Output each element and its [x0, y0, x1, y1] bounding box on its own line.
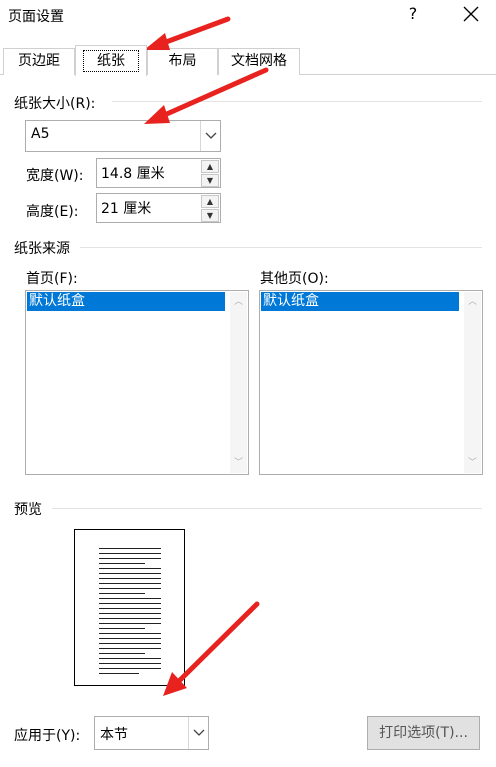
- tab-layout[interactable]: 布局: [147, 48, 218, 75]
- preview-line: [99, 638, 161, 639]
- paper-size-separator: [112, 101, 482, 102]
- first-page-listbox[interactable]: 默认纸盒 ︿ ﹀: [25, 290, 249, 475]
- preview-section-label: 预览: [14, 502, 42, 518]
- close-icon: [463, 6, 479, 22]
- width-up-icon[interactable]: ▲: [201, 160, 219, 173]
- arrow-to-paper-size-icon: [144, 67, 269, 124]
- first-page-label: 首页(F):: [26, 271, 78, 287]
- height-down-icon[interactable]: ▼: [201, 209, 219, 222]
- scroll-down-icon[interactable]: ﹀: [230, 455, 247, 471]
- other-pages-label: 其他页(O):: [260, 271, 329, 287]
- dialog-title: 页面设置: [8, 9, 64, 25]
- other-pages-selected-item[interactable]: 默认纸盒: [261, 292, 459, 311]
- height-spinner[interactable]: 21 厘米 ▲ ▼: [96, 193, 221, 223]
- apply-to-label: 应用于(Y):: [14, 728, 81, 744]
- apply-to-select[interactable]: 本节: [94, 716, 209, 750]
- preview-line: [99, 628, 145, 629]
- paper-size-section-label: 纸张大小(R):: [14, 96, 96, 112]
- preview-line: [99, 553, 161, 554]
- chevron-down-icon: [188, 717, 208, 749]
- apply-to-value: 本节: [100, 727, 128, 743]
- height-label: 高度(E):: [26, 204, 79, 220]
- preview-line: [99, 573, 161, 574]
- preview-line: [99, 633, 161, 634]
- paper-source-separator: [80, 247, 482, 248]
- paper-source-section-label: 纸张来源: [14, 241, 70, 257]
- scroll-up-icon[interactable]: ︿: [464, 294, 481, 310]
- other-pages-listbox[interactable]: 默认纸盒 ︿ ﹀: [259, 290, 483, 475]
- page-preview: [74, 529, 185, 686]
- tab-document-grid[interactable]: 文档网格: [218, 48, 300, 75]
- height-up-icon[interactable]: ▲: [201, 195, 219, 208]
- preview-line: [99, 568, 161, 569]
- height-value: 21 厘米: [101, 201, 152, 217]
- preview-line: [99, 608, 161, 609]
- preview-line: [99, 643, 161, 644]
- width-spinner[interactable]: 14.8 厘米 ▲ ▼: [96, 158, 221, 188]
- preview-line: [99, 583, 161, 584]
- paper-size-select[interactable]: A5: [25, 120, 221, 152]
- tab-paper[interactable]: 纸张: [75, 45, 147, 76]
- preview-line: [99, 603, 161, 604]
- preview-line: [99, 598, 161, 599]
- help-button[interactable]: ?: [403, 2, 423, 26]
- other-pages-scrollbar[interactable]: ︿ ﹀: [464, 292, 481, 473]
- width-down-icon[interactable]: ▼: [201, 174, 219, 187]
- first-page-selected-item[interactable]: 默认纸盒: [27, 292, 225, 311]
- preview-line: [99, 648, 161, 649]
- preview-line: [99, 618, 161, 619]
- tab-margins[interactable]: 页边距: [3, 48, 75, 75]
- chevron-down-icon: [200, 121, 220, 151]
- width-label: 宽度(W):: [26, 168, 84, 184]
- tab-margins-label: 页边距: [18, 53, 60, 69]
- preview-line: [99, 588, 161, 589]
- width-value: 14.8 厘米: [101, 166, 165, 182]
- print-options-button[interactable]: 打印选项(T)...: [367, 716, 480, 750]
- preview-line: [99, 663, 161, 664]
- close-button[interactable]: [459, 2, 483, 26]
- preview-line: [99, 668, 161, 669]
- preview-line: [99, 623, 161, 624]
- preview-separator: [52, 508, 482, 509]
- preview-line: [99, 658, 161, 659]
- scroll-down-icon[interactable]: ﹀: [464, 455, 481, 471]
- preview-line: [99, 593, 145, 594]
- scroll-up-icon[interactable]: ︿: [230, 294, 247, 310]
- preview-line: [99, 613, 161, 614]
- preview-line: [99, 653, 145, 654]
- tab-layout-label: 布局: [168, 53, 197, 69]
- tab-paper-label: 纸张: [83, 50, 139, 72]
- preview-line: [99, 558, 161, 559]
- paper-size-value: A5: [31, 126, 50, 142]
- preview-line: [99, 578, 161, 579]
- preview-line: [99, 548, 161, 549]
- tab-document-grid-label: 文档网格: [231, 53, 287, 69]
- preview-line: [99, 673, 139, 674]
- tab-bar: 页边距 纸张 布局 文档网格: [0, 45, 496, 76]
- preview-line: [99, 563, 145, 564]
- first-page-scrollbar[interactable]: ︿ ﹀: [230, 292, 247, 473]
